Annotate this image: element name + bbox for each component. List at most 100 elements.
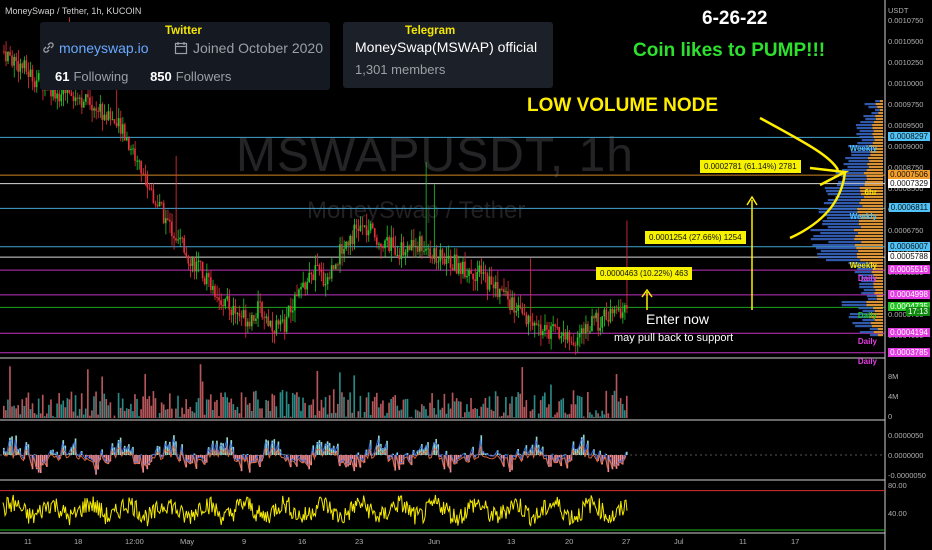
- candle-body: [300, 286, 302, 290]
- candle-body: [351, 235, 354, 244]
- oscillator2-line: [2, 494, 628, 527]
- volume-bar: [523, 406, 526, 418]
- candle-body: [183, 238, 185, 253]
- candle-body: [580, 328, 583, 334]
- volume-bar: [64, 407, 67, 418]
- volume-bar: [457, 401, 460, 418]
- volume-profile-bar-sell: [875, 289, 883, 292]
- twitter-website-link[interactable]: moneyswap.io: [59, 40, 149, 56]
- volume-bar: [250, 410, 253, 418]
- candle-body: [140, 160, 142, 174]
- candle-body: [33, 81, 36, 88]
- candle-body: [296, 294, 298, 297]
- volume-bar: [433, 407, 435, 418]
- telegram-members: 1,301 members: [355, 62, 446, 77]
- volume-bar: [459, 401, 462, 418]
- volume-bar: [148, 396, 151, 418]
- volume-bar: [472, 408, 474, 418]
- volume-bar: [492, 411, 495, 418]
- volume-bar: [201, 381, 204, 418]
- candle-body: [242, 310, 245, 318]
- volume-bar: [128, 408, 130, 418]
- candle-body: [15, 56, 17, 62]
- volume-profile-bar-buy: [851, 154, 871, 157]
- volume-bar: [533, 395, 536, 418]
- volume-bar: [560, 399, 563, 418]
- candle-body: [99, 103, 101, 112]
- candle-body: [455, 254, 458, 274]
- volume-bar: [619, 398, 622, 418]
- candle-body: [142, 173, 144, 175]
- volume-profile-bar-buy: [820, 250, 859, 253]
- candle-body: [566, 332, 569, 340]
- level-price-label-2: 0.0007329: [888, 178, 930, 188]
- volume-bar: [21, 399, 24, 418]
- oscillator-bar: [25, 442, 28, 455]
- volume-bar: [562, 398, 565, 418]
- candle-body: [224, 299, 226, 307]
- telegram-label: Telegram: [405, 25, 456, 37]
- level-tag-6: Daily: [857, 274, 877, 284]
- volume-bar: [189, 406, 192, 418]
- volume-bar: [328, 395, 331, 418]
- volume-profile-bar-buy: [818, 208, 858, 211]
- candle-body: [269, 320, 272, 326]
- candle-body: [349, 235, 351, 246]
- candle-body: [509, 299, 511, 311]
- candle-body: [93, 108, 95, 111]
- telegram-group-name[interactable]: MoneySwap(MSWAP) official: [355, 39, 537, 55]
- volume-bar: [60, 404, 63, 418]
- candle-body: [125, 137, 128, 141]
- volume-bar: [183, 413, 185, 418]
- volume-profile-bar-sell: [874, 139, 883, 142]
- candle-body: [462, 261, 464, 274]
- volume-bar: [359, 395, 362, 418]
- volume-bar: [529, 411, 532, 418]
- volume-bar: [537, 413, 540, 418]
- candle-body: [109, 111, 112, 120]
- volume-bar: [507, 415, 509, 418]
- candle-body: [611, 308, 614, 314]
- volume-profile-bar-buy: [820, 232, 858, 235]
- candle-body: [410, 240, 413, 251]
- volume-profile-bar-sell: [876, 298, 883, 301]
- volume-bar: [378, 407, 380, 418]
- volume-profile-bar-sell: [858, 223, 883, 226]
- callout-61pct: 0.0002781 (61.14%) 2781: [700, 160, 801, 173]
- candle-body: [498, 288, 501, 297]
- volume-bar: [238, 413, 241, 418]
- volume-profile-bar-buy: [827, 226, 861, 229]
- volume-bar: [123, 410, 126, 418]
- volume-profile-bar-sell: [879, 109, 883, 112]
- candle-body: [80, 97, 83, 108]
- candle-body: [382, 247, 384, 249]
- oscillator-tick-label-2: -0.0000050: [888, 471, 926, 480]
- annotation-enter: Enter now: [646, 311, 710, 327]
- weekly-top-tag: Weekly: [849, 144, 877, 153]
- candle-body: [298, 289, 300, 297]
- volume-bar: [498, 416, 501, 418]
- volume-bar: [367, 392, 370, 418]
- volume-bar: [605, 390, 608, 418]
- volume-bar: [615, 374, 618, 418]
- volume-bar: [3, 405, 5, 418]
- twitter-joined: Joined October 2020: [193, 40, 323, 56]
- volume-profile-bar-sell: [859, 202, 883, 205]
- candle-body: [181, 237, 183, 239]
- volume-bar: [39, 413, 42, 418]
- volume-bar: [625, 395, 628, 418]
- candle-body: [17, 61, 19, 72]
- currency-label: USDT: [888, 6, 909, 15]
- candle-body: [453, 254, 456, 270]
- volume-bar: [76, 415, 79, 418]
- candle-body: [617, 308, 620, 310]
- candle-body: [597, 312, 599, 331]
- candle-body: [119, 118, 122, 134]
- candle-body: [21, 63, 24, 69]
- candle-body: [212, 285, 214, 290]
- candle-body: [347, 241, 349, 246]
- volume-bar: [121, 398, 124, 418]
- volume-bar: [236, 406, 239, 418]
- oscillator-bar: [318, 440, 321, 455]
- volume-profile-bar-buy: [822, 223, 859, 226]
